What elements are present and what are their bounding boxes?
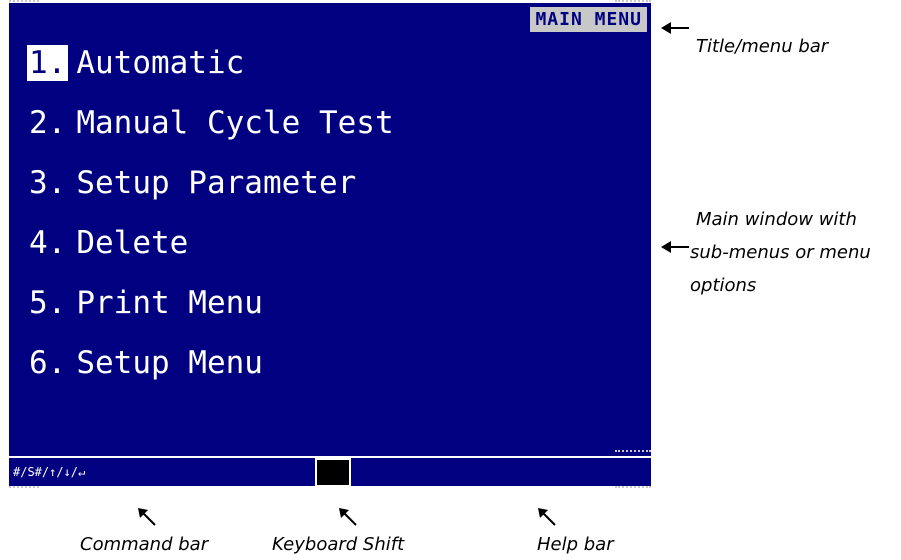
menu-item-label: Setup Menu <box>76 345 263 381</box>
annotation-main-window-line3: options <box>690 275 757 296</box>
menu-item-number: 4. <box>29 225 67 261</box>
menu-item-label: Delete <box>76 225 189 261</box>
main-menu: 1. Automatic 2. Manual Cycle Test 3. Set… <box>27 33 394 393</box>
arrow-up-left-icon <box>138 508 156 526</box>
corner-mark <box>615 486 651 491</box>
menu-item-print-menu[interactable]: 5. Print Menu <box>27 273 394 333</box>
menu-item-number: 6. <box>29 345 67 381</box>
annotation-main-window-line2: sub-menus or menu <box>690 242 871 263</box>
annotation-keyboard-shift: Keyboard Shift <box>272 534 405 555</box>
menu-item-automatic[interactable]: 1. Automatic <box>27 33 394 93</box>
corner-mark <box>615 450 651 455</box>
arrow-left-icon <box>661 22 689 34</box>
corner-mark <box>615 0 651 5</box>
menu-item-number: 5. <box>29 285 67 321</box>
corner-mark <box>9 0 39 5</box>
keyboard-shift-indicator <box>315 458 351 487</box>
title-menu-bar: MAIN MENU <box>530 7 647 32</box>
menu-item-setup-parameter[interactable]: 3. Setup Parameter <box>27 153 394 213</box>
arrow-up-left-icon <box>538 508 556 526</box>
menu-item-number: 3. <box>29 165 67 201</box>
menu-item-label: Print Menu <box>76 285 263 321</box>
lcd-screen: MAIN MENU 1. Automatic 2. Manual Cycle T… <box>9 3 651 487</box>
annotation-help-bar: Help bar <box>537 534 614 555</box>
arrow-up-left-icon <box>339 508 357 526</box>
command-bar: #/S#/↑/↓/↵ <box>13 465 86 479</box>
corner-mark <box>9 486 39 491</box>
arrow-left-icon <box>661 241 689 253</box>
annotation-title-bar: Title/menu bar <box>696 36 829 57</box>
menu-item-label: Manual Cycle Test <box>76 105 394 141</box>
menu-item-label: Automatic <box>76 45 245 81</box>
menu-item-label: Setup Parameter <box>76 165 357 201</box>
menu-item-number: 1. <box>27 45 69 81</box>
menu-item-manual-cycle-test[interactable]: 2. Manual Cycle Test <box>27 93 394 153</box>
menu-item-number: 2. <box>29 105 67 141</box>
annotation-main-window-line1: Main window with <box>696 209 857 230</box>
menu-item-setup-menu[interactable]: 6. Setup Menu <box>27 333 394 393</box>
menu-item-delete[interactable]: 4. Delete <box>27 213 394 273</box>
annotation-command-bar: Command bar <box>80 534 209 555</box>
